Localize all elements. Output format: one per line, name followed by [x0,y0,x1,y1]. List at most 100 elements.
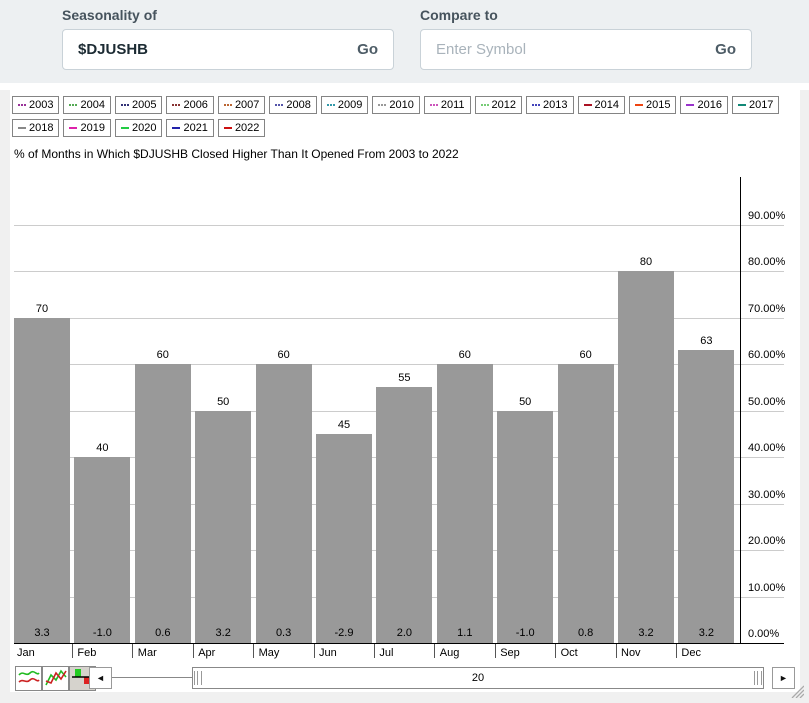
x-axis-month-label: Dec [681,647,701,659]
bar-avg-change-label: 3.2 [195,627,251,639]
y-axis-line [740,177,741,644]
y-axis-tick-label: 10.00% [748,582,785,594]
bar-value-label: 60 [135,349,191,361]
gridline [14,225,784,226]
bar-value-label: 40 [74,442,130,454]
month-bar [135,364,191,643]
bar-avg-change-label: 3.2 [678,627,734,639]
bar-value-label: 55 [376,372,432,384]
symbol-input[interactable] [63,41,342,58]
month-bar [678,350,734,643]
month-separator-tick [314,644,315,658]
panel-separator [0,83,809,90]
x-axis-month-label: Feb [77,647,96,659]
bar-value-label: 60 [558,349,614,361]
bar-avg-change-label: 0.8 [558,627,614,639]
scrollbar-value: 20 [472,672,484,684]
month-separator-tick [132,644,133,658]
bar-avg-change-label: 3.2 [618,627,674,639]
y-axis-tick-label: 50.00% [748,396,785,408]
month-separator-tick [555,644,556,658]
seasonality-field: Seasonality of Go [62,7,394,70]
y-axis-tick-label: 70.00% [748,303,785,315]
month-bar [74,457,130,643]
month-separator-tick [616,644,617,658]
month-separator-tick [253,644,254,658]
bar-avg-change-label: -1.0 [74,627,130,639]
month-bar [618,271,674,643]
month-bar [316,434,372,643]
bar-value-label: 80 [618,256,674,268]
scroll-left-button[interactable]: ◄ [89,667,112,689]
month-separator-tick [374,644,375,658]
bar-value-label: 70 [14,303,70,315]
x-axis-month-label: Mar [138,647,157,659]
smooth-line-chart-icon [17,667,41,690]
bar-avg-change-label: 0.6 [135,627,191,639]
compare-go-button[interactable]: Go [700,41,751,58]
bar-avg-change-label: 2.0 [376,627,432,639]
left-arrow-icon: ◄ [96,673,105,683]
x-axis-month-label: Nov [621,647,641,659]
month-separator-tick [72,644,73,658]
x-axis-line [14,643,784,644]
compare-symbol-input[interactable] [421,41,700,58]
symbol-go-button[interactable]: Go [342,41,393,58]
bar-avg-change-label: -2.9 [316,627,372,639]
seasonality-of-label: Seasonality of [62,7,394,23]
month-separator-tick [193,644,194,658]
y-axis-tick-label: 90.00% [748,210,785,222]
month-bar [497,411,553,644]
y-axis-tick-label: 20.00% [748,535,785,547]
compare-field: Compare to Go [420,7,752,70]
plot-area: 0.00% 10.00% 20.00% 30.00% 40.00% 50.00% 60.00… [10,90,800,692]
x-axis-month-label: Jun [319,647,337,659]
bar-value-label: 60 [437,349,493,361]
y-axis-tick-label: 80.00% [748,256,785,268]
bar-avg-change-label: 0.3 [256,627,312,639]
month-separator-tick [676,644,677,658]
month-bar [376,387,432,643]
x-axis-month-label: Sep [500,647,520,659]
page: Seasonality of Go Compare to Go 20032004… [0,0,809,703]
seasonality-chart-widget: 2003200420052006200720082009201020112012… [10,90,800,692]
smooth-line-chart-button[interactable] [15,666,42,691]
y-axis-tick-label: 60.00% [748,349,785,361]
month-bar [558,364,614,643]
bar-value-label: 60 [256,349,312,361]
symbol-input-box: Go [62,29,394,70]
x-axis-month-label: Jul [379,647,393,659]
x-axis-month-label: Aug [440,647,460,659]
resize-grip-icon[interactable] [787,683,804,703]
x-axis-month-label: Apr [198,647,215,659]
bar-avg-change-label: -1.0 [497,627,553,639]
x-axis-month-label: May [259,647,280,659]
bar-value-label: 45 [316,419,372,431]
compare-to-label: Compare to [420,7,752,23]
compare-input-box: Go [420,29,752,70]
y-axis-tick-label: 0.00% [748,628,779,640]
month-bar [195,411,251,644]
thumb-right-grip-icon[interactable] [754,671,762,685]
x-axis-month-label: Jan [17,647,35,659]
thumb-left-grip-icon[interactable] [194,671,202,685]
bar-avg-change-label: 3.3 [14,627,70,639]
right-arrow-icon: ► [779,673,788,683]
month-bar [437,364,493,643]
bar-value-label: 50 [497,396,553,408]
x-axis-month-label: Oct [561,647,578,659]
bar-value-label: 50 [195,396,251,408]
month-bar [14,318,70,644]
bar-value-label: 63 [678,335,734,347]
y-axis-tick-label: 30.00% [748,489,785,501]
line-chart-button[interactable] [42,666,69,691]
scrollbar-thumb[interactable]: 20 [192,667,764,689]
month-separator-tick [434,644,435,658]
month-separator-tick [495,644,496,658]
month-bar [256,364,312,643]
y-axis-tick-label: 40.00% [748,442,785,454]
bar-avg-change-label: 1.1 [437,627,493,639]
symbol-entry-panel: Seasonality of Go Compare to Go [0,0,809,83]
scrollbar-track[interactable] [112,677,192,678]
line-chart-icon [44,667,68,690]
